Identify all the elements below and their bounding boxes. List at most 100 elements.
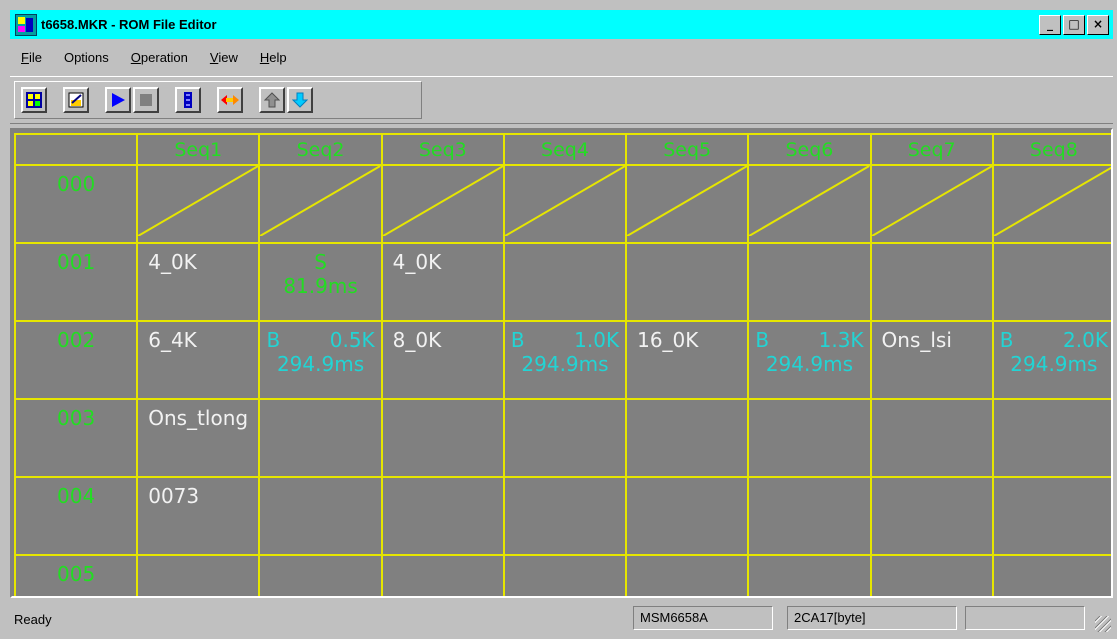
grid-row: 002 6_4K B 0.5K 294.9ms 8_0K B 1.0K 294.9ms 16_0K…: [13, 320, 1111, 400]
grid-cell[interactable]: B 1.0K 294.9ms: [502, 320, 628, 400]
grid-cell[interactable]: [258, 476, 383, 556]
grid-cell[interactable]: [991, 242, 1111, 322]
row-label[interactable]: 005: [13, 554, 139, 596]
stop-button[interactable]: [133, 87, 159, 113]
row-label[interactable]: 002: [13, 320, 139, 400]
grid-cell[interactable]: [502, 398, 628, 478]
disabled-cell[interactable]: [502, 164, 628, 244]
grid-cell[interactable]: 4_0K: [380, 242, 505, 322]
grid-cell[interactable]: [625, 242, 750, 322]
row-label[interactable]: 001: [13, 242, 139, 322]
header-row: Seq1 Seq2 Seq3 Seq4 Seq5 Seq6 Seq7 Seq8: [13, 133, 1111, 166]
grid-cell[interactable]: Ons_tlong: [136, 398, 261, 478]
grid-cell[interactable]: B 1.3K 294.9ms: [747, 320, 872, 400]
disabled-cell[interactable]: [258, 164, 383, 244]
grid-cell[interactable]: B 0.5K 294.9ms: [258, 320, 383, 400]
grid-cell[interactable]: 16_0K: [625, 320, 750, 400]
grid-cell[interactable]: [747, 242, 872, 322]
open-grid-button[interactable]: [21, 87, 47, 113]
grid-cell[interactable]: [869, 554, 994, 596]
row-label[interactable]: 003: [13, 398, 139, 478]
grid-cell[interactable]: [625, 398, 750, 478]
menu-help[interactable]: Help: [249, 50, 298, 65]
corner-cell: [13, 133, 139, 166]
menu-view[interactable]: View: [199, 50, 249, 65]
move-down-button[interactable]: [287, 87, 313, 113]
maximize-button[interactable]: □: [1063, 14, 1085, 35]
cell-prefix: B: [755, 328, 770, 352]
menu-operation[interactable]: Operation: [120, 50, 199, 65]
close-button[interactable]: ×: [1087, 14, 1109, 35]
cell-prefix: B: [510, 328, 525, 352]
cell-line2: 294.9ms: [276, 352, 365, 376]
grid-cell[interactable]: [380, 476, 505, 556]
grid-cell[interactable]: [747, 398, 872, 478]
edit-button[interactable]: [63, 87, 89, 113]
grid-cell[interactable]: B 2.0K 294.9ms: [991, 320, 1111, 400]
grid-cell[interactable]: [869, 242, 994, 322]
row-label[interactable]: 000: [13, 164, 139, 244]
grid-cell[interactable]: 0073: [136, 476, 261, 556]
grid-cell[interactable]: [136, 554, 261, 596]
swap-button[interactable]: [217, 87, 243, 113]
grid-cell[interactable]: [869, 476, 994, 556]
disabled-cell[interactable]: [625, 164, 750, 244]
grid-cell[interactable]: 6_4K: [136, 320, 261, 400]
sequence-grid: Seq1 Seq2 Seq3 Seq4 Seq5 Seq6 Seq7 Seq8 000 001 4_…: [10, 128, 1113, 598]
grid-cell[interactable]: [258, 398, 383, 478]
grid-cell[interactable]: 8_0K: [380, 320, 505, 400]
window-title: t6658.MKR - ROM File Editor: [41, 17, 217, 32]
insert-button[interactable]: [175, 87, 201, 113]
disabled-cell[interactable]: [869, 164, 994, 244]
column-header[interactable]: Seq3: [380, 133, 505, 166]
title-bar[interactable]: t6658.MKR - ROM File Editor _ □ ×: [10, 10, 1113, 39]
menu-options[interactable]: Options: [53, 50, 120, 65]
column-header[interactable]: Seq4: [502, 133, 628, 166]
grid-cell[interactable]: [869, 398, 994, 478]
grid-cell[interactable]: [625, 554, 750, 596]
grid-cell[interactable]: [502, 242, 628, 322]
grid-cell[interactable]: [625, 476, 750, 556]
disabled-cell[interactable]: [991, 164, 1111, 244]
column-header[interactable]: Seq2: [258, 133, 383, 166]
column-header[interactable]: Seq7: [869, 133, 994, 166]
disabled-cell[interactable]: [747, 164, 872, 244]
cell-text: Ons_tlong: [148, 406, 249, 430]
app-icon[interactable]: [15, 13, 37, 36]
grid-cell[interactable]: [380, 554, 505, 596]
menu-file[interactable]: File: [10, 50, 53, 65]
grid-cell[interactable]: [502, 554, 628, 596]
row-label[interactable]: 004: [13, 476, 139, 556]
grid-cell[interactable]: Ons_lsi: [869, 320, 994, 400]
cell-line2: 294.9ms: [765, 352, 853, 376]
grid-cell[interactable]: S 81.9ms: [258, 242, 383, 322]
grid-cell[interactable]: [380, 398, 505, 478]
grid-cell[interactable]: [258, 554, 383, 596]
grid-cell[interactable]: [502, 476, 628, 556]
resize-grip[interactable]: [1095, 616, 1111, 632]
disabled-cell[interactable]: [380, 164, 505, 244]
swap-icon: [221, 95, 239, 105]
grid-cell[interactable]: [991, 398, 1111, 478]
grid-cell[interactable]: [991, 476, 1111, 556]
grid-cell[interactable]: 4_0K: [136, 242, 261, 322]
grid-cell[interactable]: [747, 554, 872, 596]
status-device: MSM6658A: [633, 606, 773, 630]
grid-cell[interactable]: [991, 554, 1111, 596]
cell-text: 4_0K: [392, 250, 442, 274]
column-header[interactable]: Seq6: [747, 133, 872, 166]
grid-cell[interactable]: [747, 476, 872, 556]
disabled-cell[interactable]: [136, 164, 261, 244]
cell-value: 1.0K: [574, 328, 620, 352]
grid-row: 004 0073: [13, 476, 1111, 556]
sequence-table: Seq1 Seq2 Seq3 Seq4 Seq5 Seq6 Seq7 Seq8 000 001 4_…: [13, 133, 1111, 596]
minimize-button[interactable]: _: [1039, 14, 1061, 35]
column-header[interactable]: Seq8: [991, 133, 1111, 166]
move-up-icon: [264, 92, 280, 108]
status-extra: [965, 606, 1085, 630]
column-header[interactable]: Seq5: [625, 133, 750, 166]
cell-value: 1.3K: [818, 328, 864, 352]
column-header[interactable]: Seq1: [136, 133, 261, 166]
move-up-button[interactable]: [259, 87, 285, 113]
play-button[interactable]: [105, 87, 131, 113]
